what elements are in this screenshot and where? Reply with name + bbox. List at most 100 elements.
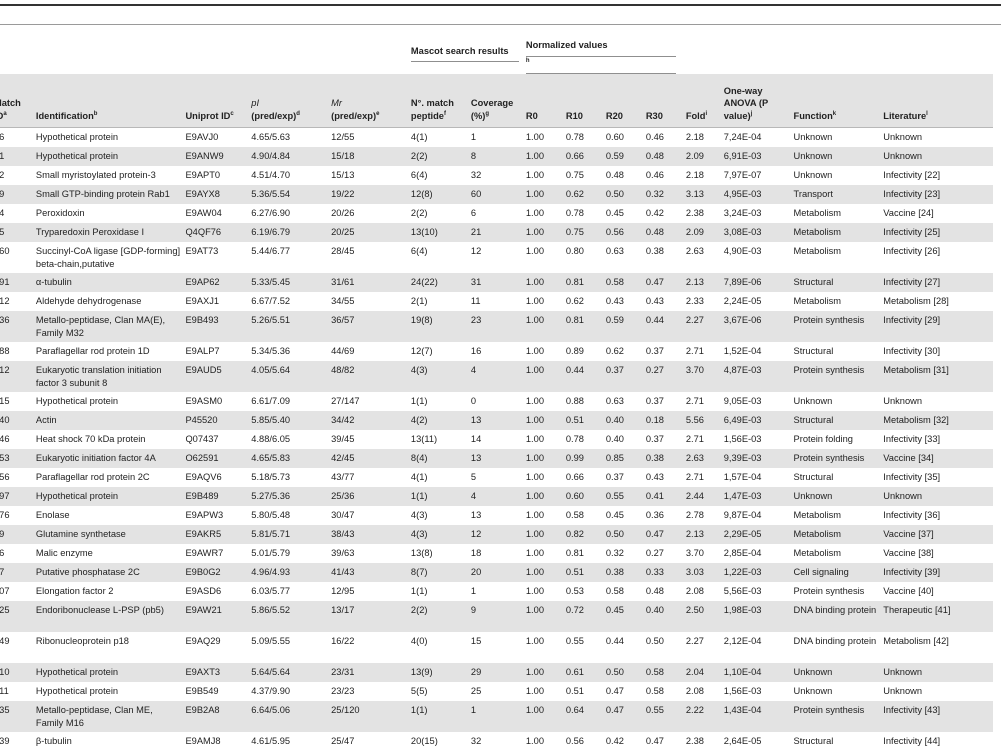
cell-matched-peptides: 6(4) — [411, 166, 471, 185]
cell-match-id: 540 — [0, 411, 36, 430]
column-header-label: value) — [724, 111, 751, 121]
cell-r10: 0.81 — [566, 273, 606, 292]
cell-match-id: 69 — [0, 185, 36, 204]
cell-literature: Metabolism [32] — [883, 411, 993, 430]
cell-r30: 0.50 — [646, 632, 686, 663]
table-row: 42Small myristoylated protein-3E9APT04.5… — [0, 166, 993, 185]
cell-identification: Hypothetical protein — [36, 682, 186, 701]
cell-coverage: 13 — [471, 506, 526, 525]
cell-mr: 38/43 — [331, 525, 411, 544]
cell-r10: 0.72 — [566, 601, 606, 632]
cell-mr: 30/47 — [331, 506, 411, 525]
cell-matched-peptides: 2(1) — [411, 292, 471, 311]
cell-anova-p: 1,56E-03 — [724, 430, 794, 449]
footnote-marker: c — [230, 110, 233, 116]
cell-anova-p: 4,87E-03 — [724, 361, 794, 392]
cell-pi: 6.61/7.09 — [251, 392, 331, 411]
cell-matched-peptides: 12(8) — [411, 185, 471, 204]
table-row: 546Heat shock 70 kDa proteinQ074374.88/6… — [0, 430, 993, 449]
cell-pi: 4.51/4.70 — [251, 166, 331, 185]
cell-matched-peptides: 13(10) — [411, 223, 471, 242]
cell-r20: 0.45 — [606, 601, 646, 632]
cell-literature: Metabolism [42] — [883, 632, 993, 663]
cell-identification: Hypothetical protein — [36, 663, 186, 682]
cell-identification: Eukaryotic initiation factor 4A — [36, 449, 186, 468]
cell-function: Structural — [794, 342, 884, 361]
cell-anova-p: 1,43E-04 — [724, 701, 794, 732]
cell-r30: 0.27 — [646, 544, 686, 563]
footnote-marker: j — [751, 110, 753, 116]
table-row: 312Aldehyde dehydrogenaseE9AXJ16.67/7.52… — [0, 292, 993, 311]
column-header-row: MatchIDaIdentificationbUniprot IDcpI(pre… — [0, 74, 993, 128]
cell-mr: 23/31 — [331, 663, 411, 682]
column-header-label: (pred/exp) — [251, 111, 296, 121]
cell-r20: 0.45 — [606, 204, 646, 223]
cell-pi: 5.18/5.73 — [251, 468, 331, 487]
protein-table: Mascot search results Normalized valuesh… — [0, 27, 993, 751]
cell-pi: 4.88/6.05 — [251, 430, 331, 449]
cell-r0: 1.00 — [526, 430, 566, 449]
cell-anova-p: 6,49E-03 — [724, 411, 794, 430]
cell-r30: 0.42 — [646, 204, 686, 223]
cell-r30: 0.37 — [646, 392, 686, 411]
cell-uniprot-id: E9AVJ0 — [185, 128, 251, 148]
cell-identification: Metallo-peptidase, Clan MA(E), Family M3… — [36, 311, 186, 342]
cell-pi: 5.44/6.77 — [251, 242, 331, 273]
footnote-marker: d — [296, 110, 300, 116]
cell-pi: 4.61/5.95 — [251, 732, 331, 751]
cell-literature: Unknown — [883, 487, 993, 506]
cell-literature: Unknown — [883, 147, 993, 166]
table-row: 69Small GTP-binding protein Rab1E9AYX85.… — [0, 185, 993, 204]
table-row: 388Paraflagellar rod protein 1DE9ALP75.3… — [0, 342, 993, 361]
cell-uniprot-id: E9APW3 — [185, 506, 251, 525]
cell-function: Metabolism — [794, 292, 884, 311]
cell-r10: 0.44 — [566, 361, 606, 392]
column-header-3: pI(pred/exp)d — [251, 74, 331, 128]
cell-identification: Actin — [36, 411, 186, 430]
cell-r30: 0.18 — [646, 411, 686, 430]
cell-fold: 2.09 — [686, 223, 724, 242]
cell-r0: 1.00 — [526, 582, 566, 601]
cell-r0: 1.00 — [526, 204, 566, 223]
cell-fold: 2.13 — [686, 273, 724, 292]
cell-matched-peptides: 4(0) — [411, 632, 471, 663]
cell-identification: Hypothetical protein — [36, 392, 186, 411]
cell-mr: 39/63 — [331, 544, 411, 563]
cell-identification: α-tubulin — [36, 273, 186, 292]
cell-r10: 0.55 — [566, 632, 606, 663]
cell-function: Structural — [794, 273, 884, 292]
cell-matched-peptides: 24(22) — [411, 273, 471, 292]
cell-uniprot-id: E9B549 — [185, 682, 251, 701]
cell-coverage: 8 — [471, 147, 526, 166]
column-header-5: N°. matchpeptidef — [411, 74, 471, 128]
cell-matched-peptides: 13(9) — [411, 663, 471, 682]
cell-identification: Tryparedoxin Peroxidase I — [36, 223, 186, 242]
cell-r20: 0.50 — [606, 525, 646, 544]
table-body: 16Hypothetical proteinE9AVJ04.65/5.6312/… — [0, 128, 993, 751]
cell-pi: 5.34/5.36 — [251, 342, 331, 361]
cell-r30: 0.32 — [646, 185, 686, 204]
cell-literature: Infectivity [44] — [883, 732, 993, 751]
cell-literature: Infectivity [33] — [883, 430, 993, 449]
cell-uniprot-id: Q4QF76 — [185, 223, 251, 242]
group-spacer — [0, 27, 411, 74]
cell-anova-p: 7,89E-06 — [724, 273, 794, 292]
normalized-sup: h — [526, 57, 530, 63]
cell-anova-p: 4,90E-03 — [724, 242, 794, 273]
cell-r20: 0.32 — [606, 544, 646, 563]
cell-coverage: 29 — [471, 663, 526, 682]
cell-function: DNA binding protein — [794, 601, 884, 632]
cell-r10: 0.56 — [566, 732, 606, 751]
cell-r20: 0.63 — [606, 392, 646, 411]
cell-match-id: 76 — [0, 544, 36, 563]
cell-r0: 1.00 — [526, 411, 566, 430]
cell-mr: 19/22 — [331, 185, 411, 204]
cell-anova-p: 3,08E-03 — [724, 223, 794, 242]
cell-mr: 25/36 — [331, 487, 411, 506]
cell-r20: 0.37 — [606, 361, 646, 392]
table-row: 84PeroxidoxinE9AW046.27/6.9020/262(2)61.… — [0, 204, 993, 223]
normalized-text: Normalized values — [526, 39, 676, 57]
cell-anova-p: 1,47E-03 — [724, 487, 794, 506]
cell-literature: Infectivity [36] — [883, 506, 993, 525]
cell-function: Unknown — [794, 392, 884, 411]
